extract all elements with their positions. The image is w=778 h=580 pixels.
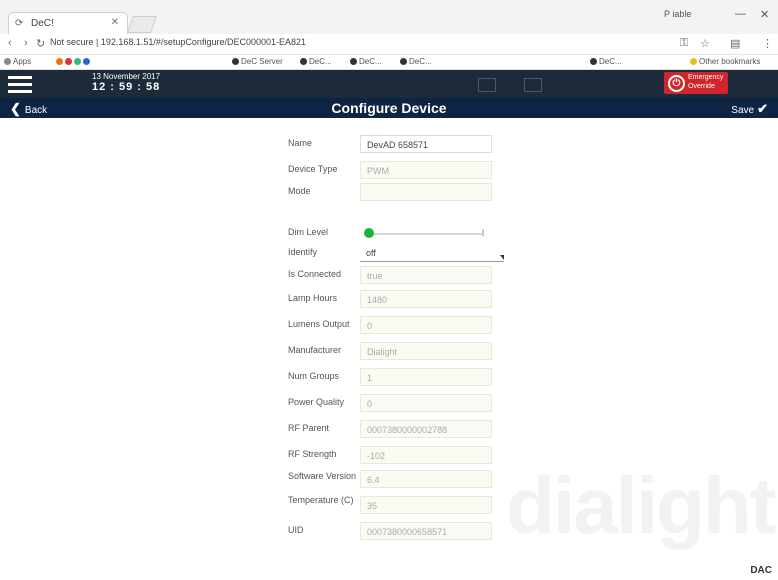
- field-row-rf-parent: RF Parent 0007380000002788: [288, 420, 508, 440]
- bookmark-icons[interactable]: [56, 57, 92, 66]
- browser-tab[interactable]: ⟳ DeC! ✕: [8, 12, 128, 35]
- save-button[interactable]: Save ✔: [731, 101, 768, 117]
- datetime-display: 13 November 2017 12 : 59 : 58: [92, 72, 161, 93]
- manufacturer-field: Dialight: [360, 342, 492, 360]
- url-input[interactable]: Not secure | 192.168.1.51/#/setupConfigu…: [50, 37, 662, 50]
- rf-strength-field: -102: [360, 446, 492, 464]
- connected-label: Is Connected: [288, 269, 342, 279]
- emergency-override-button[interactable]: ⏻ Emergency Override: [664, 72, 728, 94]
- field-row-lamp-hours: Lamp Hours 1480: [288, 290, 508, 310]
- field-row-connected: Is Connected true: [288, 266, 508, 286]
- software-version-label: Software Version: [288, 471, 357, 481]
- browser-tab-bar: ⟳ DeC! ✕ P iable — ✕: [0, 0, 778, 35]
- new-tab-button[interactable]: [126, 16, 158, 33]
- identify-value: off: [366, 248, 376, 258]
- lumens-label: Lumens Output: [288, 319, 350, 329]
- bookmarks-bar: Apps DeC Server DeC... DeC... DeC... DeC…: [0, 55, 778, 70]
- emergency-label-1: Emergency: [688, 74, 724, 81]
- bookmark-dec-2[interactable]: DeC...: [300, 57, 332, 66]
- field-row-rf-strength: RF Strength -102: [288, 446, 508, 466]
- current-time: 12 : 59 : 58: [92, 81, 161, 93]
- mode-field: [360, 183, 492, 201]
- field-row-lumens: Lumens Output 0: [288, 316, 508, 336]
- page-title: Configure Device: [331, 100, 447, 116]
- dim-level-label: Dim Level: [288, 227, 329, 237]
- device-type-label: Device Type: [288, 164, 338, 174]
- field-row-device-type: Device Type PWM: [288, 161, 508, 181]
- lamp-hours-field: 1480: [360, 290, 492, 308]
- tab-title: DeC!: [31, 18, 54, 29]
- lamp-hours-label: Lamp Hours: [288, 293, 338, 303]
- identify-select[interactable]: off: [360, 244, 504, 262]
- brand-label: DAC: [750, 565, 772, 576]
- reload-icon[interactable]: ↻: [36, 37, 45, 50]
- field-row-mode: Mode: [288, 183, 508, 203]
- bookmark-dec-server[interactable]: DeC Server: [232, 57, 283, 66]
- field-row-manufacturer: Manufacturer Dialight: [288, 342, 508, 362]
- mode-label: Mode: [288, 186, 311, 196]
- temperature-label: Temperature (C): [288, 495, 354, 505]
- address-bar: ‹ › ↻ Not secure | 192.168.1.51/#/setupC…: [0, 34, 778, 55]
- rf-strength-label: RF Strength: [288, 449, 337, 459]
- dropdown-arrow-icon: [500, 255, 504, 260]
- field-row-name: Name DevAD 658571: [288, 135, 508, 155]
- field-row-num-groups: Num Groups 1: [288, 368, 508, 388]
- save-label: Save: [731, 105, 755, 116]
- num-groups-label: Num Groups: [288, 371, 340, 381]
- close-tab-icon[interactable]: ✕: [111, 17, 119, 28]
- power-icon: ⏻: [668, 75, 685, 92]
- identify-label: Identify: [288, 247, 318, 257]
- rf-parent-label: RF Parent: [288, 423, 330, 433]
- manufacturer-label: Manufacturer: [288, 345, 342, 355]
- back-arrow-icon[interactable]: ‹: [8, 37, 12, 49]
- close-window-icon[interactable]: ✕: [760, 8, 769, 21]
- power-quality-field: 0: [360, 394, 492, 412]
- uid-label: UID: [288, 525, 304, 535]
- bookmark-other[interactable]: Other bookmarks: [690, 57, 760, 66]
- power-quality-label: Power Quality: [288, 397, 345, 407]
- lumens-field: 0: [360, 316, 492, 334]
- name-input[interactable]: DevAD 658571: [360, 135, 492, 153]
- profile-name[interactable]: P iable: [664, 9, 691, 19]
- device-type-field: PWM: [360, 161, 492, 179]
- num-groups-field: 1: [360, 368, 492, 386]
- uid-field: 0007380000658571: [360, 522, 492, 540]
- emergency-label-2: Override: [688, 83, 715, 90]
- bookmark-dec-5[interactable]: DeC...: [590, 57, 622, 66]
- field-row-power-quality: Power Quality 0: [288, 394, 508, 414]
- rf-parent-field: 0007380000002788: [360, 420, 492, 438]
- checkmark-icon: ✔: [757, 101, 768, 116]
- star-icon[interactable]: ☆: [700, 37, 710, 50]
- field-row-dim-level: Dim Level |: [288, 224, 508, 244]
- field-row-identify: Identify off: [288, 244, 508, 264]
- field-row-uid: UID 0007380000658571: [288, 522, 508, 542]
- hamburger-menu-icon[interactable]: [8, 76, 32, 93]
- menu-dots-icon[interactable]: ⋮: [762, 37, 773, 50]
- app-header: 13 November 2017 12 : 59 : 58 ⏻ Emergenc…: [0, 70, 778, 98]
- forward-arrow-icon[interactable]: ›: [24, 37, 28, 49]
- key-icon[interactable]: ⚿: [680, 37, 688, 50]
- temperature-field: 35: [360, 496, 492, 514]
- status-icon[interactable]: [524, 78, 542, 92]
- dialight-watermark: dialight: [506, 461, 776, 550]
- bookmark-dec-3[interactable]: DeC...: [350, 57, 382, 66]
- field-row-software-version: Software Version 6.4: [288, 470, 508, 490]
- extension-icon[interactable]: ▤: [730, 37, 740, 50]
- minimize-icon[interactable]: —: [735, 8, 746, 20]
- dim-level-slider[interactable]: [372, 233, 482, 235]
- page-title-bar: ❮ Back Configure Device Save ✔: [0, 98, 778, 118]
- bookmark-dec-4[interactable]: DeC...: [400, 57, 432, 66]
- name-label: Name: [288, 138, 313, 148]
- slider-handle[interactable]: [364, 228, 374, 238]
- software-version-field: 6.4: [360, 470, 492, 488]
- notification-icon[interactable]: [478, 78, 496, 92]
- connected-field: true: [360, 266, 492, 284]
- bookmark-apps[interactable]: Apps: [4, 57, 31, 66]
- field-row-temperature: Temperature (C) 35: [288, 496, 508, 516]
- page-favicon-icon: ⟳: [15, 18, 24, 29]
- slider-end-marker: |: [482, 228, 485, 237]
